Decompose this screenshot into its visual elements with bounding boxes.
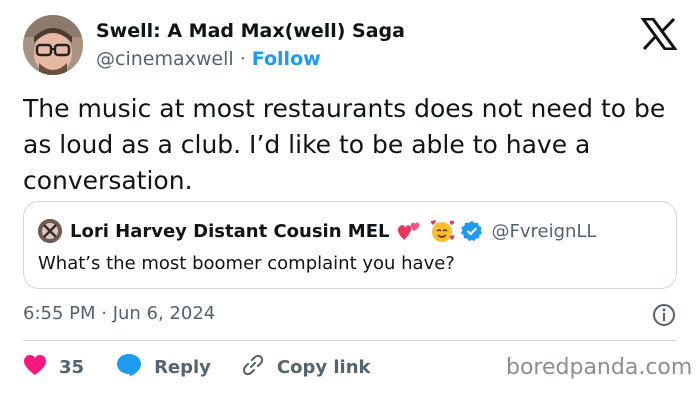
quoted-tweet[interactable]: Lori Harvey Distant Cousin MEL @FvreignL… bbox=[23, 201, 677, 289]
x-logo-icon[interactable] bbox=[640, 17, 678, 51]
smiling-face-with-hearts-emoji-icon bbox=[429, 219, 455, 243]
verified-badge-icon bbox=[461, 220, 483, 242]
heart-icon bbox=[23, 354, 59, 381]
author-handle[interactable]: @cinemaxwell bbox=[96, 48, 234, 70]
watermark: boredpanda.com bbox=[506, 355, 693, 380]
reply-bubble-icon bbox=[116, 353, 154, 382]
author-handle-row: @cinemaxwell · Follow bbox=[96, 48, 321, 70]
tweet-timestamp[interactable]: 6:55 PM · Jun 6, 2024 bbox=[23, 303, 215, 324]
like-count: 35 bbox=[59, 356, 85, 378]
like-button[interactable]: 35 bbox=[23, 354, 84, 381]
tweet-text: The music at most restaurants does not n… bbox=[23, 94, 666, 195]
link-icon bbox=[241, 353, 277, 382]
quoted-tweet-text: What’s the most boomer complaint you hav… bbox=[38, 253, 455, 274]
handle-separator: · bbox=[239, 48, 246, 70]
author-avatar[interactable] bbox=[23, 15, 83, 75]
action-bar: 35 Reply Copy link bbox=[23, 352, 371, 382]
copy-link-button[interactable]: Copy link bbox=[241, 353, 371, 382]
info-icon[interactable] bbox=[652, 303, 676, 327]
follow-button[interactable]: Follow bbox=[252, 48, 321, 70]
quoted-author-handle: @FvreignLL bbox=[491, 220, 597, 242]
reply-label: Reply bbox=[154, 356, 211, 378]
quoted-author-name: Lori Harvey Distant Cousin MEL bbox=[70, 220, 390, 242]
author-name[interactable]: Swell: A Mad Max(well) Saga bbox=[96, 20, 405, 42]
copy-link-label: Copy link bbox=[276, 356, 371, 378]
quoted-tweet-header: Lori Harvey Distant Cousin MEL @FvreignL… bbox=[38, 218, 596, 244]
divider bbox=[23, 340, 677, 341]
quoted-author-avatar bbox=[38, 219, 62, 243]
hearts-emoji-icon bbox=[397, 220, 421, 242]
reply-button[interactable]: Reply bbox=[116, 353, 211, 382]
